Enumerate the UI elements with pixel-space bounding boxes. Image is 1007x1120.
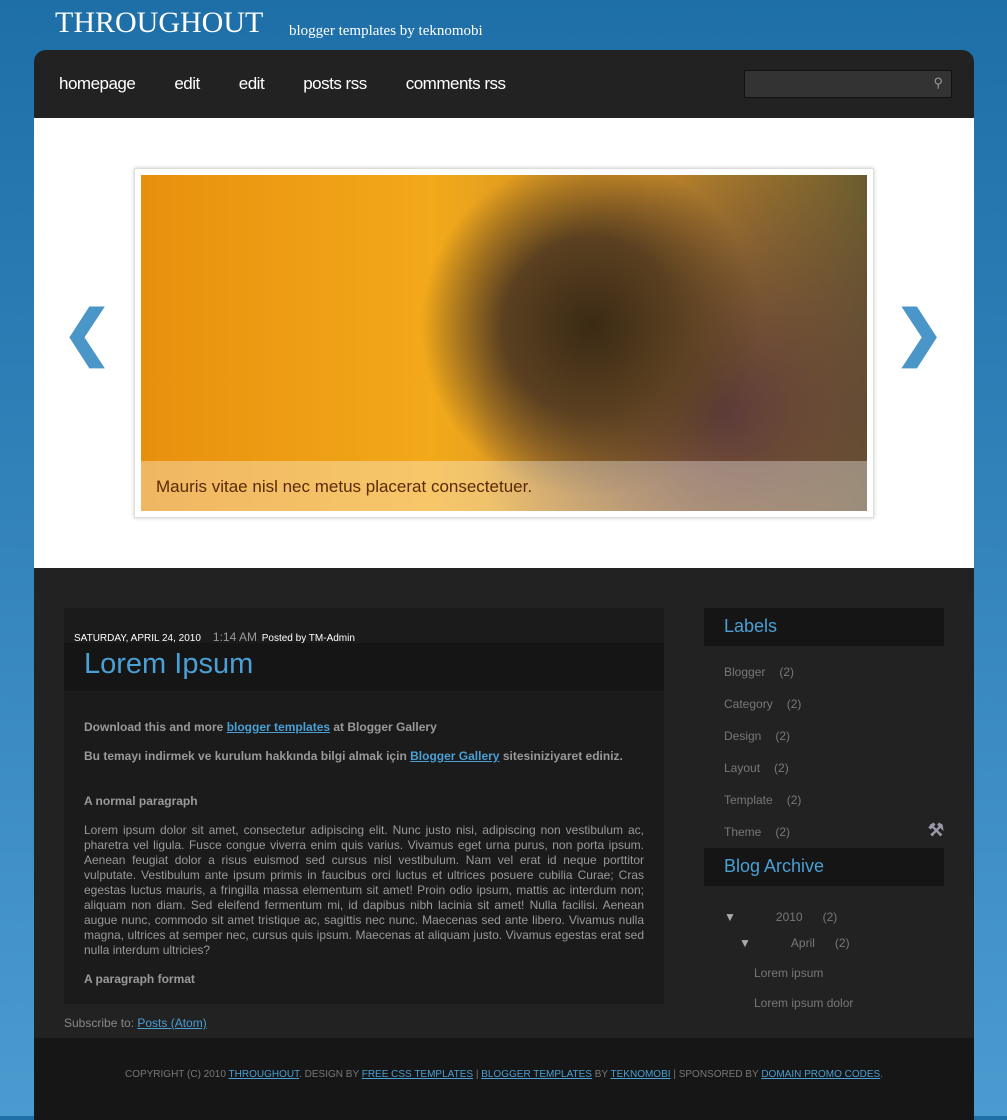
label-link[interactable]: Template (724, 793, 773, 807)
month-link[interactable]: April (791, 936, 815, 950)
teknomobi-link[interactable]: TEKNOMOBI (611, 1069, 671, 1080)
search-icon[interactable]: ⚲ (933, 75, 943, 91)
label-item[interactable]: Category (2) (704, 688, 944, 720)
text: at Blogger Gallery (330, 720, 437, 734)
text: . (880, 1069, 884, 1080)
text: COPYRIGHT (C) 2010 (124, 1069, 229, 1080)
post-time[interactable]: 1:14 AM (213, 630, 257, 644)
label-count: (2) (775, 825, 791, 839)
nav-edit-2[interactable]: edit (239, 74, 265, 94)
label-count: (2) (774, 761, 789, 775)
slide-image-bee[interactable]: Mauris vitae nisl nec metus placerat con… (141, 175, 867, 511)
post-title[interactable]: Lorem Ipsum (64, 643, 664, 691)
blogger-templates-footer-link[interactable]: BLOGGER TEMPLATES (481, 1069, 592, 1080)
site-title[interactable]: THROUGHOUT (55, 6, 263, 40)
text: . DESIGN BY (299, 1069, 362, 1080)
free-css-templates-link[interactable]: FREE CSS TEMPLATES (362, 1069, 473, 1080)
blog-post: SATURDAY, APRIL 24, 2010 1:14 AM Posted b… (64, 608, 664, 1004)
label-item[interactable]: Layout (2) (704, 752, 944, 784)
prev-arrow-icon[interactable]: ❮ (62, 298, 112, 368)
label-count: (2) (786, 697, 802, 711)
archive-month[interactable]: ▼ April (2) (724, 930, 944, 956)
post-body: Download this and more blogger templates… (84, 720, 644, 1001)
archive-heading: Blog Archive (704, 848, 944, 886)
text: | (473, 1069, 482, 1080)
nav-posts-rss[interactable]: posts rss (303, 74, 367, 94)
page-container: homepage edit edit posts rss comments rs… (34, 50, 974, 1120)
year-link[interactable]: 2010 (776, 910, 803, 924)
label-item[interactable]: Design (2) (704, 720, 944, 752)
label-link[interactable]: Theme (724, 825, 761, 839)
label-link[interactable]: Category (724, 697, 773, 711)
text: | SPONSORED BY (670, 1069, 762, 1080)
nav-comments-rss[interactable]: comments rss (406, 74, 506, 94)
slide-frame: Mauris vitae nisl nec metus placerat con… (134, 168, 874, 518)
blogger-gallery-link[interactable]: Blogger Gallery (410, 749, 499, 763)
label-link[interactable]: Design (724, 729, 761, 743)
text: Bu temayı indirmek ve kurulum hakkında b… (84, 749, 411, 763)
label-item[interactable]: Blogger (2) (704, 656, 944, 688)
post-meta: SATURDAY, APRIL 24, 2010 1:14 AM Posted b… (74, 630, 355, 644)
nav-homepage[interactable]: homepage (59, 74, 136, 94)
triangle-down-icon[interactable]: ▼ (724, 910, 736, 924)
archive-year[interactable]: ▼ 2010 (2) (724, 904, 944, 930)
label-count: (2) (775, 729, 791, 743)
triangle-down-icon[interactable]: ▼ (739, 936, 751, 950)
paragraph: Lorem ipsum dolor sit amet, consectetur … (84, 823, 644, 957)
label-item[interactable]: Theme (2) ⚒ (704, 816, 944, 848)
label-count: (2) (779, 665, 795, 679)
label-count: (2) (786, 793, 802, 807)
image-slider: ❮ Mauris vitae nisl nec metus placerat c… (34, 118, 974, 568)
month-count: (2) (834, 936, 850, 950)
posts-atom-link[interactable]: Posts (Atom) (137, 1016, 206, 1030)
subscribe-label: Subscribe to: (64, 1016, 138, 1030)
labels-heading: Labels (704, 608, 944, 646)
text: sitesiniziyaret ediniz. (499, 749, 623, 763)
blogger-templates-link[interactable]: blogger templates (227, 720, 330, 734)
heading: A paragraph format (84, 972, 195, 986)
heading: A normal paragraph (84, 794, 198, 808)
search-input[interactable]: ⚲ (744, 70, 952, 98)
label-item[interactable]: Template (2) (704, 784, 944, 816)
archive-post[interactable]: Lorem ipsum dolor (724, 990, 944, 1016)
label-link[interactable]: Layout (724, 761, 760, 775)
sidebar: Labels Blogger (2) Category (2) Design (2) … (704, 608, 944, 1016)
archive-post[interactable]: Lorem ipsum (724, 956, 944, 990)
edit-tools-icon[interactable]: ⚒ (928, 814, 944, 846)
domain-promo-codes-link[interactable]: DOMAIN PROMO CODES (761, 1069, 880, 1080)
footer: COPYRIGHT (C) 2010 THROUGHOUT. DESIGN BY… (34, 1038, 974, 1120)
label-link[interactable]: Blogger (724, 665, 765, 679)
text: Download this and more (84, 720, 227, 734)
throughout-link[interactable]: THROUGHOUT (229, 1069, 300, 1080)
slide-caption: Mauris vitae nisl nec metus placerat con… (141, 461, 867, 511)
text: BY (591, 1069, 611, 1080)
subscribe: Subscribe to: Posts (Atom) (64, 1016, 207, 1030)
site-subtitle: blogger templates by teknomobi (289, 23, 483, 39)
next-arrow-icon[interactable]: ❯ (894, 298, 944, 368)
nav-edit[interactable]: edit (174, 74, 200, 94)
year-count: (2) (822, 910, 838, 924)
